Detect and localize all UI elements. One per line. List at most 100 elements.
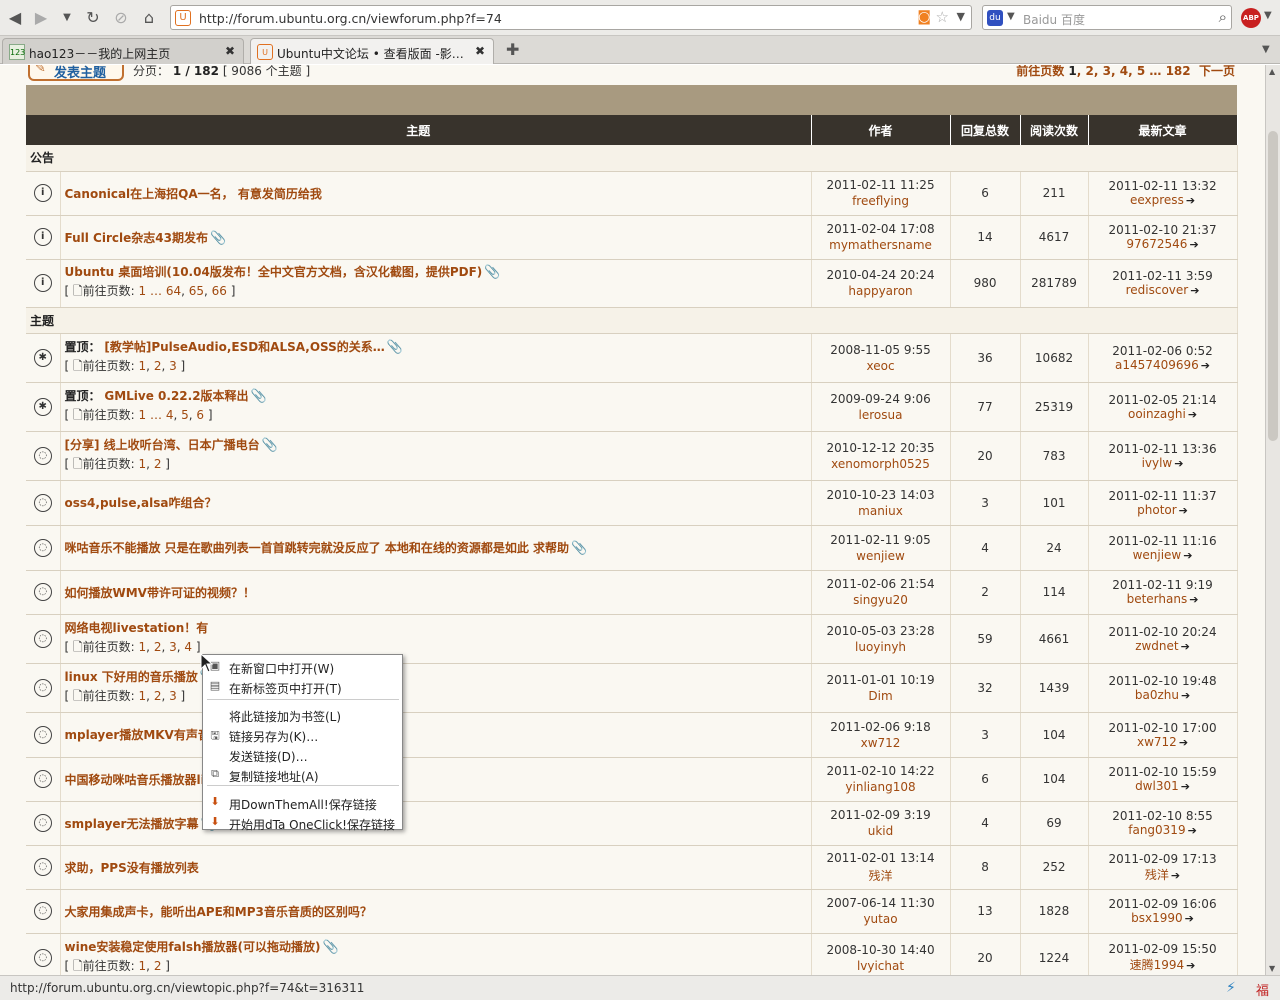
last-post-user-link[interactable]: xw712 bbox=[1137, 735, 1177, 749]
author-link[interactable]: maniux bbox=[812, 504, 950, 518]
scroll-down-icon[interactable]: ▼ bbox=[1269, 964, 1275, 973]
topic-title-link[interactable]: linux 下好用的音乐播放 bbox=[65, 670, 198, 684]
bookmark-star-icon[interactable]: ☆ bbox=[936, 8, 949, 26]
topic-title-link[interactable]: [分享] 线上收听台湾、日本广播电台 bbox=[65, 438, 260, 452]
engine-dropdown-icon[interactable]: ▼ bbox=[1007, 11, 1015, 22]
author-link[interactable]: happyaron bbox=[812, 284, 950, 298]
context-menu-item[interactable]: ⬇ 开始用dTa OneClick!保存链接 bbox=[203, 813, 402, 833]
history-dropdown-icon[interactable]: ▼ bbox=[56, 7, 78, 29]
last-post-user-link[interactable]: rediscover bbox=[1126, 283, 1189, 297]
go-to-post-icon[interactable]: ➔ bbox=[1188, 824, 1197, 837]
search-bar[interactable]: du ▼ Baidu 百度 ⌕ bbox=[982, 5, 1232, 30]
page-link[interactable]: 1 bbox=[139, 284, 147, 298]
page-link[interactable]: 1 bbox=[139, 457, 147, 471]
reload-icon[interactable]: ↻ bbox=[82, 7, 104, 29]
search-icon[interactable]: ⌕ bbox=[1219, 8, 1227, 26]
page-link[interactable]: 3 bbox=[169, 689, 177, 703]
last-post-user-link[interactable]: bsx1990 bbox=[1131, 911, 1183, 925]
topic-title-link[interactable]: oss4,pulse,alsa咋组合？ bbox=[65, 496, 217, 510]
page-link[interactable]: 65 bbox=[189, 284, 204, 298]
page-link[interactable]: 1 bbox=[139, 959, 147, 973]
page-link[interactable]: 3 bbox=[1103, 65, 1111, 78]
context-menu-item[interactable]: 🖫 链接另存为(K)… bbox=[203, 725, 402, 745]
author-link[interactable]: freeflying bbox=[812, 194, 950, 208]
page-link[interactable]: 4 bbox=[1120, 65, 1128, 78]
page-link[interactable]: 2 bbox=[1086, 65, 1094, 78]
topic-title-link[interactable]: Full Circle杂志43期发布 bbox=[65, 231, 208, 245]
author-link[interactable]: 残洋 bbox=[812, 867, 950, 884]
author-link[interactable]: yutao bbox=[812, 912, 950, 926]
adblock-plus-icon[interactable]: ABP bbox=[1241, 8, 1261, 28]
page-link[interactable]: 5 bbox=[1137, 65, 1145, 78]
page-link[interactable]: 6 bbox=[196, 408, 204, 422]
go-to-post-icon[interactable]: ➔ bbox=[1171, 869, 1180, 882]
last-post-user-link[interactable]: beterhans bbox=[1127, 592, 1188, 606]
last-post-user-link[interactable]: ivylw bbox=[1142, 456, 1173, 470]
go-to-post-icon[interactable]: ➔ bbox=[1179, 504, 1188, 517]
author-link[interactable]: xenomorph0525 bbox=[812, 457, 950, 471]
go-to-post-icon[interactable]: ➔ bbox=[1201, 359, 1210, 372]
page-link[interactable]: 4 bbox=[184, 640, 192, 654]
close-tab-icon[interactable]: ✖ bbox=[475, 44, 485, 58]
new-topic-button[interactable]: ✎ 发表主题 bbox=[28, 65, 124, 81]
page-link[interactable]: 2 bbox=[154, 457, 162, 471]
go-to-post-icon[interactable]: ➔ bbox=[1181, 689, 1190, 702]
topic-title-link[interactable]: Canonical在上海招QA一名， 有意发简历给我 bbox=[65, 187, 322, 201]
go-to-post-icon[interactable]: ➔ bbox=[1189, 593, 1198, 606]
last-post-user-link[interactable]: ba0zhu bbox=[1135, 688, 1179, 702]
close-tab-icon[interactable]: ✖ bbox=[225, 44, 235, 58]
context-menu-item[interactable]: ▤ 在新标签页中打开(T) bbox=[203, 677, 402, 697]
last-post-user-link[interactable]: 速腾1994 bbox=[1130, 958, 1185, 972]
topic-title-link[interactable]: [教学帖]PulseAudio,ESD和ALSA,OSS的关系… bbox=[104, 340, 384, 354]
author-link[interactable]: singyu20 bbox=[812, 593, 950, 607]
last-page-link[interactable]: 182 bbox=[1166, 65, 1191, 78]
url-text[interactable]: http://forum.ubuntu.org.cn/viewforum.php… bbox=[199, 11, 502, 26]
new-tab-button[interactable]: ✚ bbox=[506, 40, 519, 59]
last-post-user-link[interactable]: fang0319 bbox=[1128, 823, 1185, 837]
topic-title-link[interactable]: wine安装稳定使用falsh播放器(可以拖动播放) bbox=[65, 940, 321, 954]
page-link[interactable]: 64 bbox=[166, 284, 181, 298]
back-icon[interactable]: ◀ bbox=[4, 7, 26, 29]
page-link[interactable]: 1 bbox=[139, 408, 147, 422]
author-link[interactable]: luoyinyh bbox=[812, 640, 950, 654]
context-menu-item[interactable]: 将此链接加为书签(L) bbox=[203, 705, 402, 725]
last-post-user-link[interactable]: ooinzaghi bbox=[1128, 407, 1186, 421]
topic-title-link[interactable]: 求助，PPS没有播放列表 bbox=[65, 861, 199, 875]
go-to-post-icon[interactable]: ➔ bbox=[1174, 457, 1183, 470]
page-link[interactable]: 1 bbox=[139, 640, 147, 654]
go-to-post-icon[interactable]: ➔ bbox=[1189, 238, 1198, 251]
page-link[interactable]: 66 bbox=[212, 284, 227, 298]
author-link[interactable]: lerosua bbox=[812, 408, 950, 422]
last-post-user-link[interactable]: wenjiew bbox=[1133, 548, 1182, 562]
go-to-post-icon[interactable]: ➔ bbox=[1181, 640, 1190, 653]
page-link[interactable]: 5 bbox=[181, 408, 189, 422]
last-post-user-link[interactable]: photor bbox=[1137, 503, 1177, 517]
tab-list-dropdown-icon[interactable]: ▼ bbox=[1262, 44, 1270, 55]
go-to-post-icon[interactable]: ➔ bbox=[1183, 549, 1192, 562]
scroll-up-icon[interactable]: ▲ bbox=[1269, 67, 1275, 76]
author-link[interactable]: Dim bbox=[812, 689, 950, 703]
author-link[interactable]: yinliang108 bbox=[812, 780, 950, 794]
author-link[interactable]: xeoc bbox=[812, 359, 950, 373]
context-menu-item[interactable]: ▣ 在新窗口中打开(W) bbox=[203, 657, 402, 677]
tab-hao123[interactable]: 123 hao123－－我的上网主页 ✖ bbox=[2, 38, 244, 64]
page-link[interactable]: 3 bbox=[169, 359, 177, 373]
go-to-post-icon[interactable]: ➔ bbox=[1181, 780, 1190, 793]
topic-title-link[interactable]: 如何播放WMV带许可证的视频？！ bbox=[65, 586, 255, 600]
home-icon[interactable]: ⌂ bbox=[138, 7, 160, 29]
author-link[interactable]: ukid bbox=[812, 824, 950, 838]
last-post-user-link[interactable]: a1457409696 bbox=[1115, 358, 1199, 372]
go-to-post-icon[interactable]: ➔ bbox=[1186, 194, 1195, 207]
last-post-user-link[interactable]: eexpress bbox=[1130, 193, 1184, 207]
author-link[interactable]: mymathersname bbox=[812, 238, 950, 252]
page-scrollbar[interactable]: ▲ ▼ bbox=[1265, 65, 1280, 975]
page-link[interactable]: 1 bbox=[139, 359, 147, 373]
last-post-user-link[interactable]: 残洋 bbox=[1145, 868, 1169, 882]
next-page-link[interactable]: 下一页 bbox=[1199, 65, 1235, 78]
author-link[interactable]: lvyichat bbox=[812, 959, 950, 973]
topic-title-link[interactable]: smplayer无法播放字幕 bbox=[65, 817, 199, 831]
page-link[interactable]: 2 bbox=[154, 959, 162, 973]
last-post-user-link[interactable]: zwdnet bbox=[1135, 639, 1178, 653]
author-link[interactable]: xw712 bbox=[812, 736, 950, 750]
go-to-post-icon[interactable]: ➔ bbox=[1188, 408, 1197, 421]
